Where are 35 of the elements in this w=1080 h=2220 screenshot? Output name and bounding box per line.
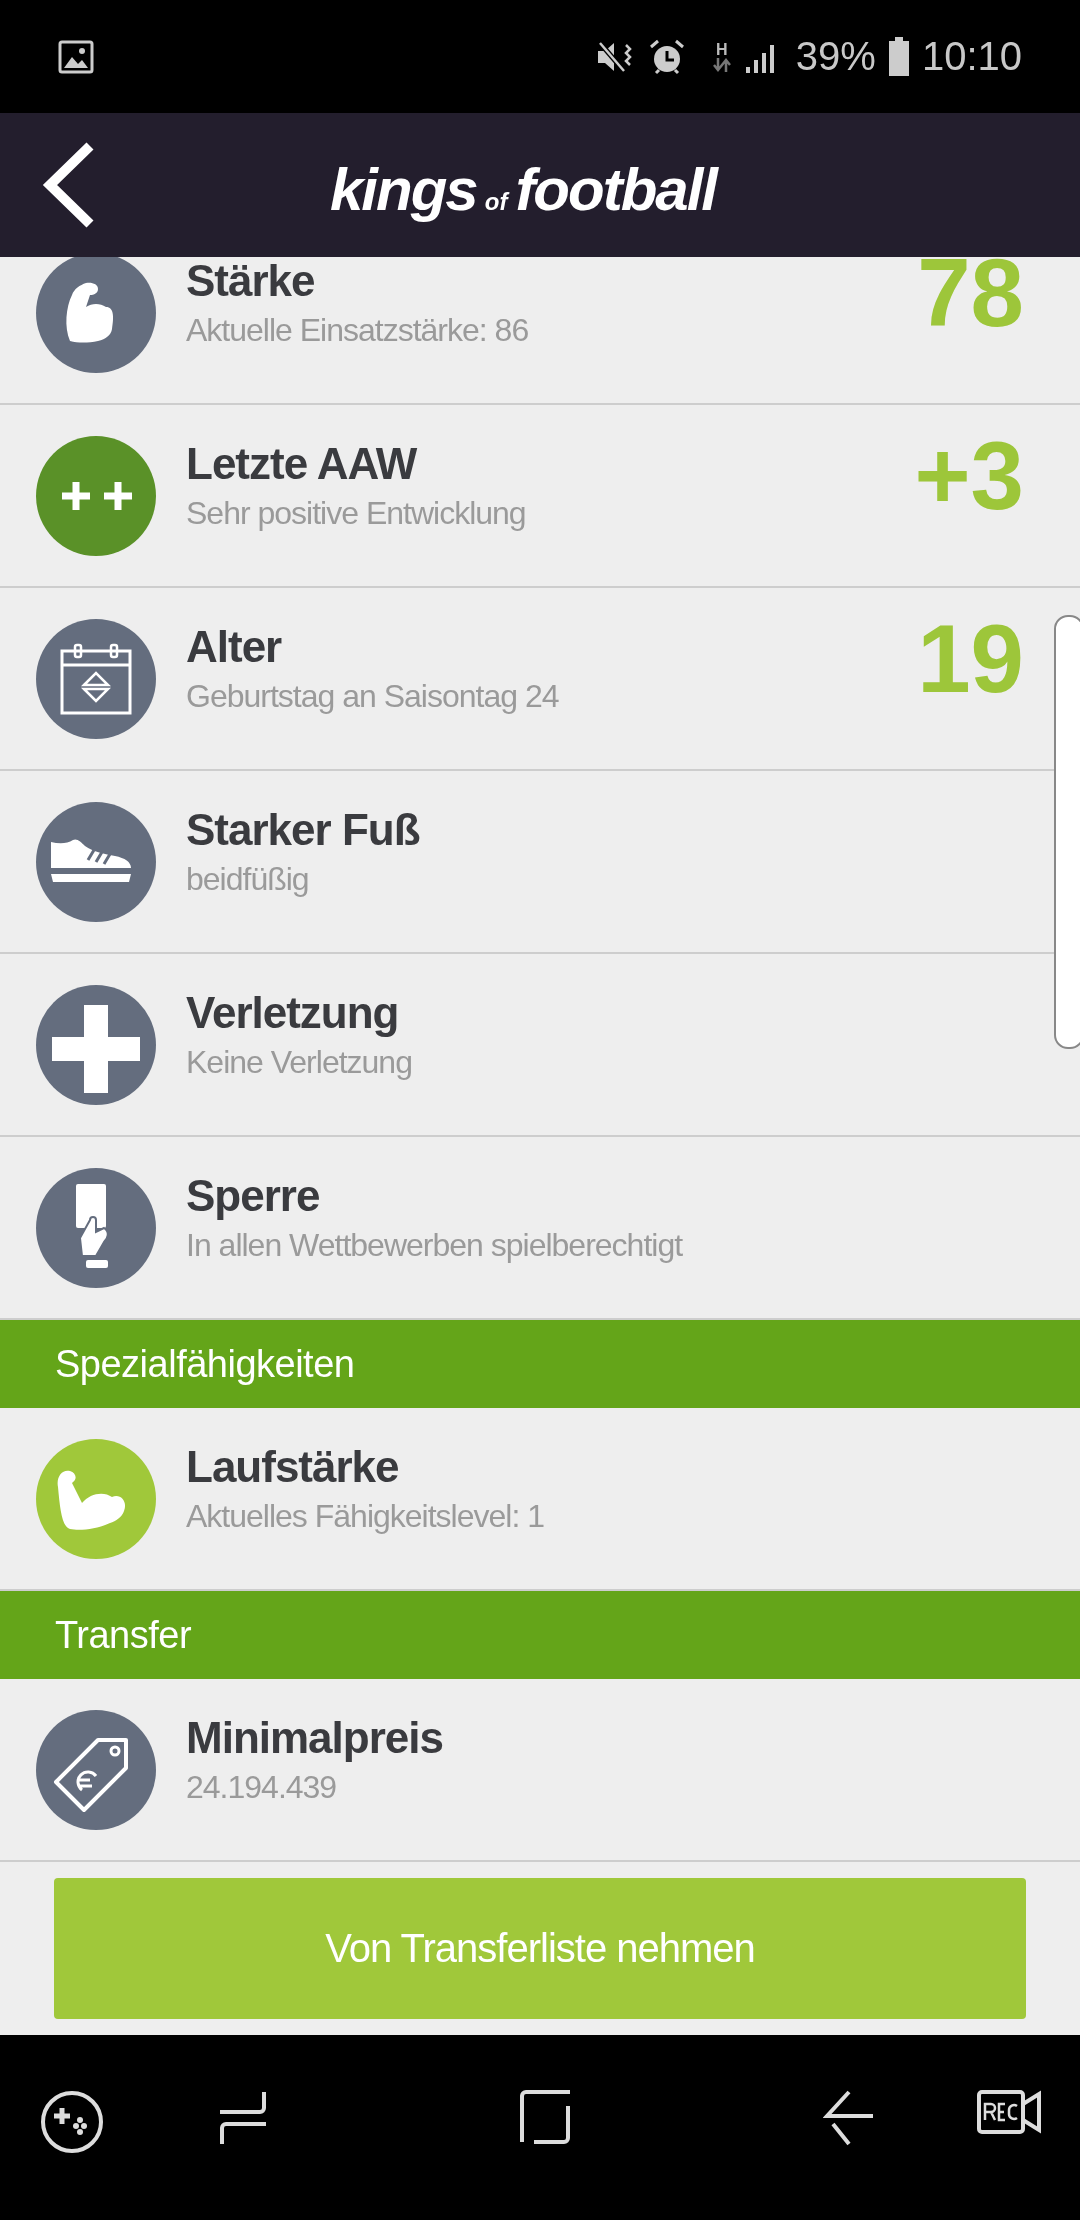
row-title: Verletzung bbox=[186, 988, 400, 1038]
battery-percentage: 39% bbox=[795, 34, 876, 79]
row-title: Starker Fuß bbox=[186, 805, 421, 855]
stat-value: 78 bbox=[917, 257, 1024, 348]
section-title: Spezialfähigkeiten bbox=[55, 1342, 355, 1386]
row-title: Alter bbox=[186, 622, 283, 672]
stat-value: 19 bbox=[917, 603, 1024, 714]
section-title: Transfer bbox=[55, 1613, 192, 1657]
row-subtitle: beidfüßig bbox=[186, 861, 310, 898]
row-subtitle: Aktuelle Einsatzstärke: 86 bbox=[186, 312, 530, 349]
clock-time: 10:10 bbox=[921, 34, 1022, 79]
remove-from-transfer-list-button[interactable]: Von Transferliste nehmen bbox=[54, 1878, 1026, 2019]
game-tools-icon[interactable] bbox=[40, 2090, 104, 2154]
row-subtitle: In allen Wettbewerben spielberechtigt bbox=[186, 1227, 684, 1264]
app-logo: kings of football bbox=[330, 155, 716, 224]
alarm-icon bbox=[647, 37, 686, 76]
row-subtitle: Keine Verletzung bbox=[186, 1044, 413, 1081]
image-icon bbox=[58, 39, 94, 74]
row-title: Minimalpreis bbox=[186, 1713, 444, 1763]
recent-apps-icon[interactable] bbox=[218, 2090, 268, 2146]
row-title: Stärke bbox=[186, 257, 316, 306]
row-subtitle: Geburtstag an Saisontag 24 bbox=[186, 678, 560, 715]
battery-icon bbox=[887, 36, 910, 77]
row-subtitle: Aktuelles Fähigkeitslevel: 1 bbox=[186, 1498, 545, 1535]
row-title: Laufstärke bbox=[186, 1442, 400, 1492]
row-subtitle: 24.194.439 bbox=[186, 1769, 338, 1806]
screen-record-icon[interactable] bbox=[977, 2090, 1043, 2134]
row-title: Letzte AAW bbox=[186, 439, 418, 489]
back-icon[interactable] bbox=[823, 2090, 875, 2146]
stat-value: +3 bbox=[914, 420, 1024, 531]
row-subtitle: Sehr positive Entwicklung bbox=[186, 495, 527, 532]
row-title: Sperre bbox=[186, 1171, 321, 1221]
home-icon[interactable] bbox=[518, 2090, 572, 2144]
edge-panel-handle[interactable] bbox=[1054, 615, 1080, 1049]
network-type-indicator: H bbox=[711, 41, 732, 72]
